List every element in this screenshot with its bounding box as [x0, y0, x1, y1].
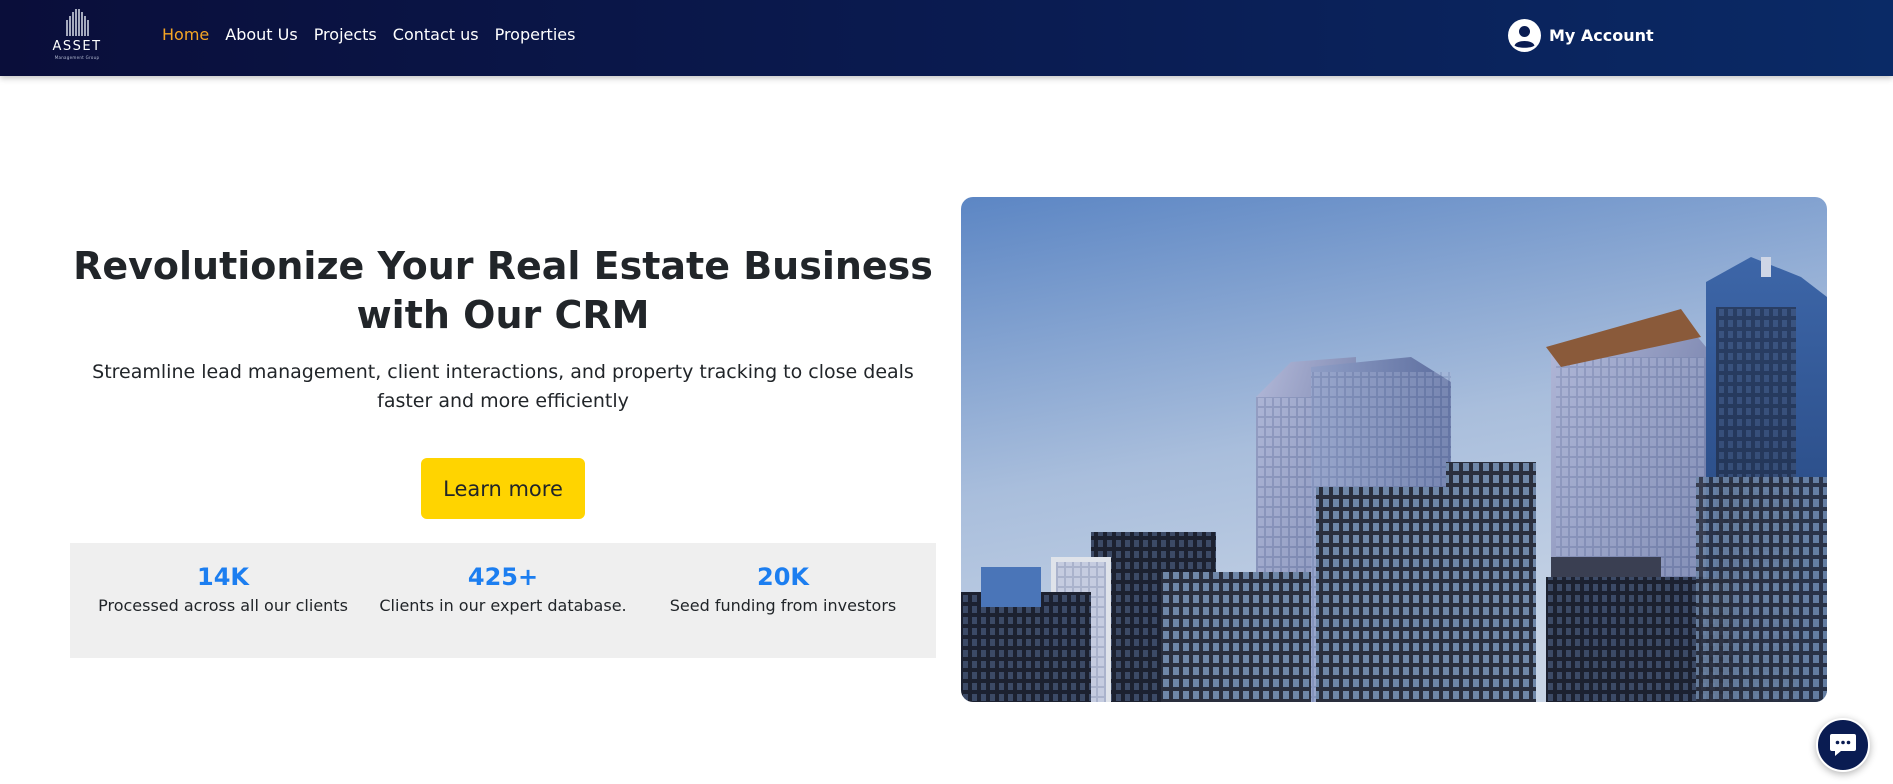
hero-subtitle: Streamline lead management, client inter…	[92, 361, 914, 412]
top-navbar: ASSET Management Group Home About Us Pro…	[0, 0, 1893, 76]
main-nav: Home About Us Projects Contact us Proper…	[162, 25, 591, 44]
logo-subtext: Management Group	[54, 55, 100, 60]
stat-value: 425+	[467, 563, 539, 591]
my-account-button[interactable]: My Account	[1508, 19, 1654, 52]
nav-link-home[interactable]: Home	[162, 25, 209, 44]
stat-value: 14K	[197, 563, 249, 591]
stat-item: 425+ Clients in our expert database.	[363, 543, 643, 658]
city-skyscrapers-illustration	[961, 197, 1827, 702]
hero-title: Revolutionize Your Real Estate Business …	[73, 244, 933, 337]
hero-skyline-image	[961, 197, 1827, 702]
chat-widget-button[interactable]	[1816, 718, 1870, 772]
stat-label: Seed funding from investors	[669, 596, 897, 615]
nav-link-about-us[interactable]: About Us	[225, 25, 297, 44]
nav-link-projects[interactable]: Projects	[314, 25, 377, 44]
nav-link-properties[interactable]: Properties	[495, 25, 576, 44]
brand-logo[interactable]: ASSET Management Group	[46, 6, 108, 62]
nav-link-contact-us[interactable]: Contact us	[393, 25, 479, 44]
user-circle-icon	[1508, 19, 1541, 52]
stats-panel: 14K Processed across all our clients 425…	[70, 543, 936, 658]
logo-text: ASSET	[52, 39, 102, 54]
stat-item: 20K Seed funding from investors	[643, 543, 923, 658]
stat-label: Processed across all our clients	[98, 596, 348, 615]
chat-bubble-icon	[1830, 734, 1856, 756]
stat-item: 14K Processed across all our clients	[83, 543, 363, 658]
stat-label: Clients in our expert database.	[379, 596, 627, 615]
learn-more-button[interactable]: Learn more	[421, 458, 585, 519]
stat-value: 20K	[757, 563, 809, 591]
my-account-label: My Account	[1549, 26, 1654, 45]
